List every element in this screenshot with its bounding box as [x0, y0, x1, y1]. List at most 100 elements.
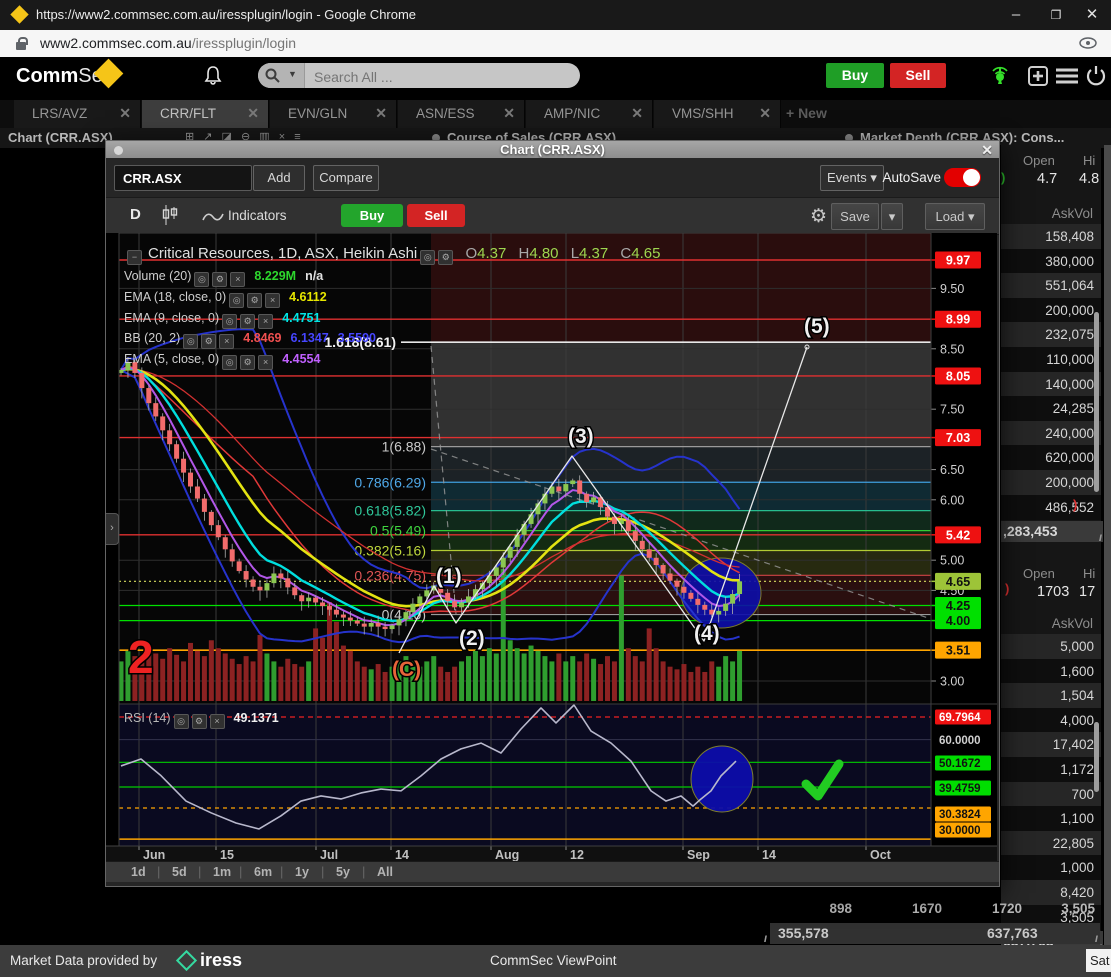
chart-window-title-bar[interactable]: Chart (CRR.ASX) ✕	[106, 141, 999, 158]
range-button-5y[interactable]: 5y	[336, 865, 350, 879]
search-scope-dropdown[interactable]: ▼	[258, 63, 305, 88]
market-depth-panel: Open4.7Hi4.8AskVol158,408380,000551,0642…	[1000, 145, 1101, 945]
tab-ASN/ESS[interactable]: ASN/ESS✕	[398, 100, 525, 128]
svg-text:8.50: 8.50	[940, 342, 964, 356]
close-icon[interactable]: ✕	[1077, 4, 1107, 26]
depth-row[interactable]: 1,000	[1001, 855, 1101, 880]
tab-VMS/SHH[interactable]: VMS/SHH✕	[654, 100, 781, 128]
symbol-input[interactable]	[114, 165, 252, 191]
depth-row[interactable]: 1,600	[1001, 659, 1101, 684]
save-button[interactable]: Save	[831, 203, 879, 230]
bell-icon[interactable]	[204, 65, 222, 85]
svg-text:1(6.88): 1(6.88)	[382, 439, 426, 455]
depth-row[interactable]: 1,172	[1001, 757, 1101, 782]
compare-button[interactable]: Compare	[313, 165, 379, 191]
depth-row[interactable]: 200,000	[1001, 298, 1101, 323]
depth-row[interactable]: 380,000	[1001, 249, 1101, 274]
url-bar[interactable]: www2.commsec.com.au/iressplugin/login	[0, 30, 1111, 58]
tab-CRR/FLT[interactable]: CRR/FLT✕	[142, 100, 269, 128]
autosave-toggle[interactable]	[944, 168, 981, 187]
depth-row[interactable]: 4,000	[1001, 708, 1101, 733]
range-button-1d[interactable]: 1d	[131, 865, 146, 879]
save-dropdown-icon[interactable]: ▾	[881, 203, 903, 230]
add-panel-icon[interactable]	[1028, 66, 1048, 86]
range-button-5d[interactable]: 5d	[172, 865, 187, 879]
resize-grip-icon[interactable]: //	[1099, 528, 1100, 549]
header-buy-button[interactable]: Buy	[826, 63, 884, 88]
depth-row[interactable]: 620,000	[1001, 445, 1101, 470]
depth-row[interactable]: 551,064	[1001, 273, 1101, 298]
depth-row[interactable]: 200,000	[1001, 470, 1101, 495]
depth-row[interactable]: 1,504	[1001, 683, 1101, 708]
minimize-icon[interactable]: –	[1001, 4, 1031, 26]
gear-icon[interactable]: ⚙	[810, 205, 827, 228]
scrollbar-thumb[interactable]	[1094, 722, 1099, 792]
tab-close-icon[interactable]: ✕	[247, 105, 259, 122]
depth-row[interactable]: 486,552	[1001, 495, 1101, 520]
search-input[interactable]	[312, 66, 556, 87]
tab-AMP/NIC[interactable]: AMP/NIC✕	[526, 100, 653, 128]
open-value: 1703	[1037, 584, 1069, 600]
depth-total: ,283,453//	[1001, 521, 1103, 542]
tab-LRS/AVZ[interactable]: LRS/AVZ✕	[14, 100, 141, 128]
header-sell-button[interactable]: Sell	[890, 63, 946, 88]
high-label: Hi	[1083, 566, 1095, 581]
chart-canvas[interactable]: 1.618(8.61)1(6.88)0.786(6.29)0.618(5.82)…	[106, 233, 997, 861]
tab-close-icon[interactable]: ✕	[759, 105, 771, 122]
tab-close-icon[interactable]: ✕	[119, 105, 131, 122]
chart-buy-button[interactable]: Buy	[341, 204, 403, 227]
depth-row[interactable]: 22,805	[1001, 831, 1101, 856]
range-button-1m[interactable]: 1m	[213, 865, 231, 879]
candle-style-icon[interactable]	[162, 205, 178, 225]
provider-label: Market Data provided by	[10, 953, 157, 968]
menu-icon[interactable]	[1056, 68, 1078, 84]
askvol-header: AskVol	[1052, 616, 1093, 631]
depth-row[interactable]: 158,408	[1001, 224, 1101, 249]
new-tab-button[interactable]: + New	[786, 105, 827, 121]
scrollbar-thumb[interactable]	[1094, 312, 1099, 492]
load-button[interactable]: Load ▾	[925, 203, 985, 230]
range-separator: |	[198, 864, 201, 879]
depth-row[interactable]: 17,402	[1001, 732, 1101, 757]
tab-EVN/GLN[interactable]: EVN/GLN✕	[270, 100, 397, 128]
power-icon[interactable]	[1086, 65, 1106, 86]
tab-close-icon[interactable]: ✕	[503, 105, 515, 122]
events-button[interactable]: Events ▾	[820, 165, 884, 191]
chart-sell-button[interactable]: Sell	[407, 204, 465, 227]
svg-text:4.25: 4.25	[946, 599, 970, 613]
range-separator: |	[280, 864, 283, 879]
svg-text:5.00: 5.00	[940, 554, 964, 568]
svg-text:50.1672: 50.1672	[939, 758, 981, 770]
expand-sidebar-icon[interactable]: ›	[106, 513, 119, 545]
range-button-All[interactable]: All	[377, 865, 393, 879]
svg-text:Sep: Sep	[687, 848, 710, 861]
bg-chart-header: Chart (CRR.ASX)	[8, 130, 113, 145]
indicators-button[interactable]: Indicators	[228, 208, 287, 223]
depth-row[interactable]: 700	[1001, 782, 1101, 807]
range-separator: |	[157, 864, 160, 879]
window-drag-dot-icon[interactable]	[114, 146, 123, 155]
range-button-6m[interactable]: 6m	[254, 865, 272, 879]
range-button-1y[interactable]: 1y	[295, 865, 309, 879]
interval-button[interactable]: D	[130, 206, 141, 223]
chevron-down-icon: ▼	[288, 69, 297, 79]
depth-row[interactable]: 24,285	[1001, 396, 1101, 421]
url-text[interactable]: www2.commsec.com.au/iressplugin/login	[40, 35, 296, 51]
svg-text:7.50: 7.50	[940, 403, 964, 417]
streaming-status-icon[interactable]	[988, 64, 1012, 88]
depth-row[interactable]: 110,000	[1001, 347, 1101, 372]
add-button[interactable]: Add	[253, 165, 305, 191]
depth-row[interactable]: 1,100	[1001, 806, 1101, 831]
window-close-icon[interactable]: ✕	[981, 142, 993, 159]
eye-icon[interactable]	[1079, 37, 1097, 49]
tab-close-icon[interactable]: ✕	[375, 105, 387, 122]
maximize-icon[interactable]: ❐	[1041, 4, 1071, 26]
search-box[interactable]: ▼	[258, 63, 580, 88]
depth-row[interactable]: 5,000	[1001, 634, 1101, 659]
browser-scrollbar[interactable]	[1104, 145, 1111, 945]
tab-close-icon[interactable]: ✕	[631, 105, 643, 122]
depth-row[interactable]: 140,000	[1001, 372, 1101, 397]
depth-row[interactable]: 232,075	[1001, 322, 1101, 347]
svg-text:2: 2	[128, 631, 154, 683]
depth-row[interactable]: 240,000	[1001, 421, 1101, 446]
